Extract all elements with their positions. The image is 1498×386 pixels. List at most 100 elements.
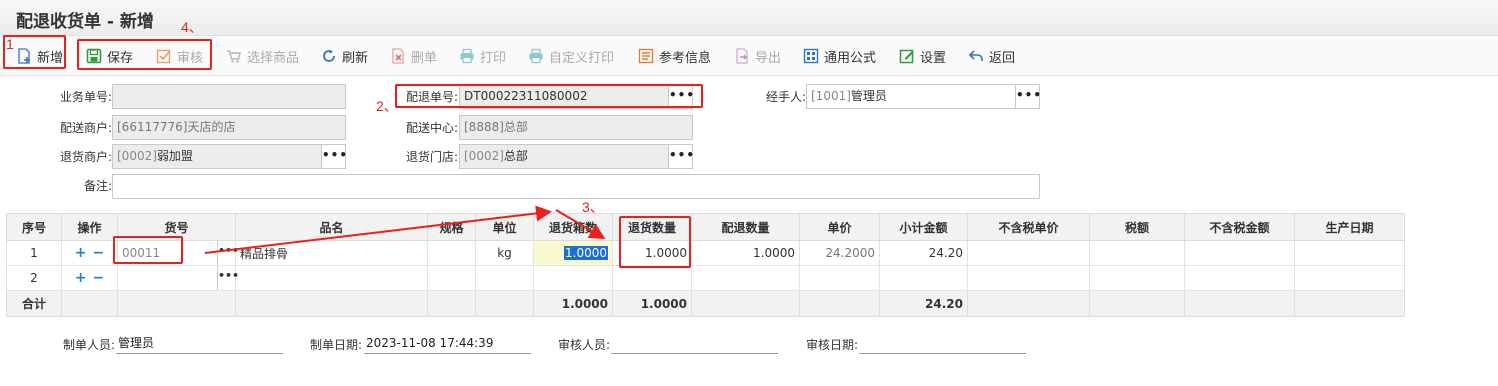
header-form: 业务单号: 配退单号: DT00022311080002 ••• 经手人: [1… — [0, 76, 1498, 213]
return-merchant-field[interactable]: [0002]弱加盟 ••• — [112, 144, 347, 169]
refresh-button[interactable]: 刷新 — [321, 46, 368, 66]
column-header: 退货箱数 — [533, 213, 613, 241]
biz-no-field[interactable] — [112, 84, 346, 109]
column-header: 税额 — [1089, 213, 1185, 241]
goods-code: 00011 — [122, 246, 161, 260]
reference-list-icon — [638, 48, 654, 64]
settings-edit-icon — [899, 48, 915, 64]
goods-code-cell[interactable]: 00011 ••• — [117, 240, 239, 266]
select-goods-label: 选择商品 — [247, 50, 300, 66]
return-merchant-picker-button[interactable]: ••• — [321, 145, 347, 168]
return-store-name: 总部 — [503, 149, 528, 163]
return-qty[interactable] — [612, 265, 692, 291]
return-no-picker-button[interactable]: ••• — [668, 85, 694, 108]
dist-merchant-field: [66117776]天店的店 — [112, 115, 346, 140]
total-empty — [117, 290, 236, 317]
footer-info: 制单人员: 管理员 制单日期: 2023-11-08 17:44:39 审核人员… — [0, 320, 1498, 386]
dist-center-label: 配送中心: — [405, 121, 458, 135]
return-store-field[interactable]: [0002]总部 ••• — [459, 144, 694, 169]
unit-price: 24.2000 — [799, 240, 880, 266]
total-empty — [1184, 290, 1295, 317]
goods-unit: kg — [475, 240, 534, 266]
return-store-picker-button[interactable]: ••• — [668, 145, 694, 168]
return-store-label: 退货门店: — [405, 150, 458, 164]
return-qty[interactable]: 1.0000 — [612, 240, 692, 266]
save-button[interactable]: 保存 — [86, 46, 133, 66]
reference-info-button[interactable]: 参考信息 — [638, 46, 711, 66]
goods-spec — [427, 240, 476, 266]
remove-row-icon[interactable]: − — [93, 270, 105, 286]
title-bar: 配退收货单 - 新增 — [0, 0, 1498, 36]
audit-date-value — [859, 334, 1026, 354]
tax — [1089, 265, 1185, 291]
print-button[interactable]: 打印 — [459, 46, 506, 66]
handler-field[interactable]: [1001]管理员 ••• — [806, 84, 1041, 109]
page-title: 配退收货单 - 新增 — [16, 12, 154, 32]
settings-button-label: 设置 — [920, 50, 947, 66]
save-icon — [86, 48, 102, 64]
settings-button[interactable]: 设置 — [899, 46, 946, 66]
maker-label: 制单人员: — [63, 338, 116, 352]
column-header: 不含税单价 — [967, 213, 1090, 241]
remove-row-icon[interactable]: − — [93, 245, 105, 261]
biz-no-label: 业务单号: — [59, 90, 112, 104]
delete-button[interactable]: 删单 — [390, 46, 437, 66]
amount-ex-tax — [1184, 240, 1295, 266]
total-qty: 1.0000 — [612, 290, 692, 317]
back-arrow-icon — [968, 48, 984, 64]
total-empty — [475, 290, 534, 317]
return-boxes[interactable] — [533, 265, 613, 291]
column-header: 生产日期 — [1294, 213, 1405, 241]
total-empty — [427, 290, 476, 317]
return-no-field[interactable]: DT00022311080002 ••• — [459, 84, 694, 109]
total-empty — [235, 290, 428, 317]
annotation-number: 2、 — [376, 98, 398, 114]
tax — [1089, 240, 1185, 266]
dist-center-field: [8888]总部 — [459, 115, 693, 140]
refresh-button-label: 刷新 — [342, 50, 369, 66]
select-goods-button[interactable]: 选择商品 — [226, 46, 299, 66]
column-header: 操作 — [61, 213, 118, 241]
row-actions: + − — [61, 240, 118, 266]
price-ex-tax — [967, 265, 1090, 291]
export-button[interactable]: 导出 — [734, 46, 781, 66]
new-button[interactable]: 新增 — [16, 46, 63, 66]
goods-unit — [475, 265, 534, 291]
goods-picker-button[interactable]: ••• — [217, 266, 239, 290]
total-empty — [61, 290, 118, 317]
return-merchant-name: 弱加盟 — [156, 149, 193, 163]
audit-button[interactable]: 审核 — [156, 46, 203, 66]
annotation-number: 4、 — [181, 19, 203, 35]
return-no-value: DT00022311080002 — [464, 89, 588, 103]
make-date-label: 制单日期: — [310, 338, 363, 352]
column-header: 规格 — [427, 213, 476, 241]
printer-icon — [528, 48, 544, 64]
custom-print-button[interactable]: 自定义打印 — [528, 46, 614, 66]
back-button[interactable]: 返回 — [968, 46, 1015, 66]
audit-button-label: 审核 — [177, 50, 204, 66]
handler-picker-button[interactable]: ••• — [1015, 85, 1041, 108]
return-boxes-cell[interactable]: 1.0000 — [533, 240, 613, 266]
production-date[interactable] — [1294, 265, 1405, 291]
goods-code-cell[interactable]: ••• — [117, 265, 239, 291]
row-seq: 1 — [6, 240, 62, 266]
add-row-icon[interactable]: + — [75, 245, 87, 261]
formula-button[interactable]: 通用公式 — [803, 46, 876, 66]
return-no-label: 配退单号: — [405, 90, 458, 104]
dist-qty: 1.0000 — [691, 240, 800, 266]
goods-picker-button[interactable]: ••• — [217, 241, 239, 265]
add-row-icon[interactable]: + — [75, 270, 87, 286]
audit-date-label: 审核日期: — [806, 338, 859, 352]
table-header-row: 序号 操作 货号 品名 规格 单位 退货箱数 退货数量 配退数量 单价 小计金额… — [6, 213, 1405, 241]
total-label: 合计 — [6, 290, 62, 317]
return-merchant-label: 退货商户: — [59, 150, 112, 164]
new-document-icon — [16, 48, 32, 64]
production-date[interactable] — [1294, 240, 1405, 266]
column-header: 序号 — [6, 213, 62, 241]
column-header: 不含税金额 — [1184, 213, 1295, 241]
remark-field[interactable] — [112, 174, 1040, 199]
formula-icon — [803, 48, 819, 64]
detail-table: 序号 操作 货号 品名 规格 单位 退货箱数 退货数量 配退数量 单价 小计金额… — [6, 213, 1405, 317]
goods-name: 精品排骨 — [235, 240, 428, 266]
return-boxes-input[interactable]: 1.0000 — [564, 246, 608, 260]
